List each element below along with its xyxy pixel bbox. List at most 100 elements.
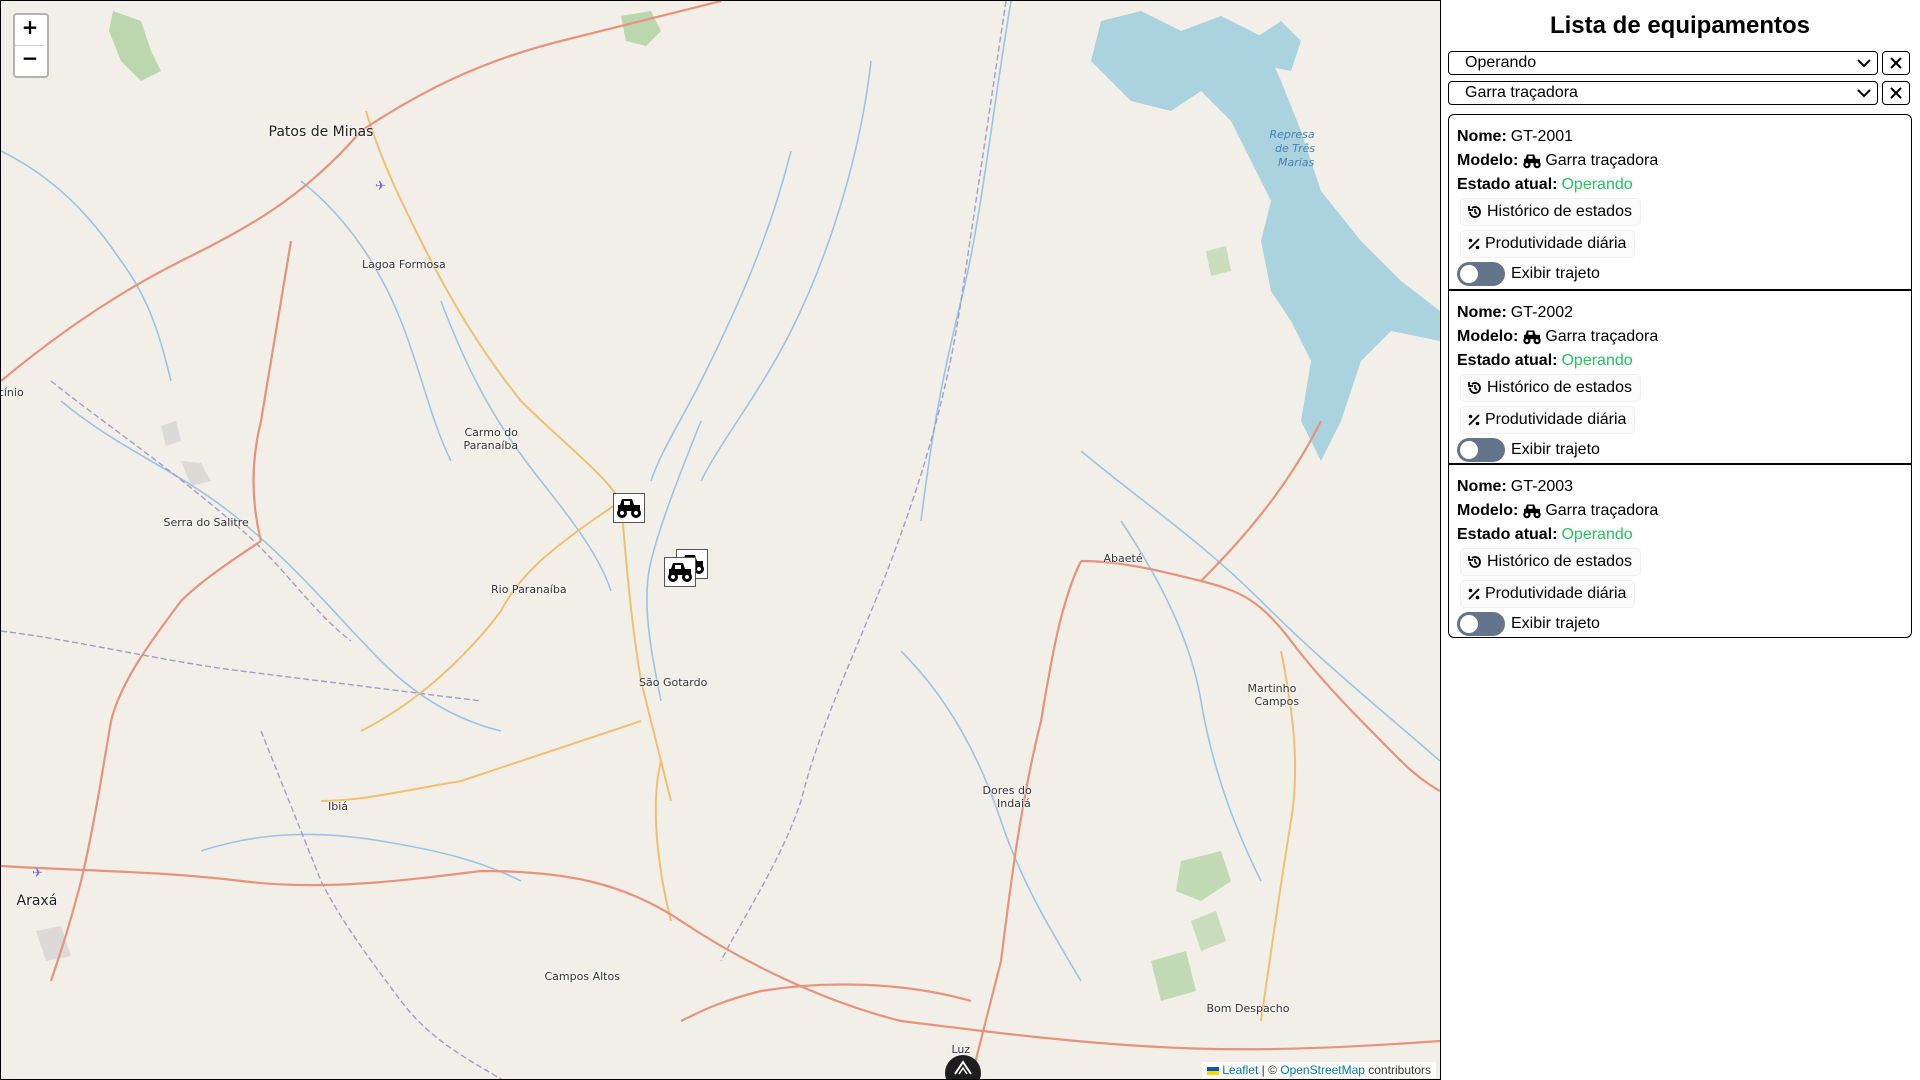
attribution-separator: | ©: [1258, 1063, 1281, 1077]
equipment-state: Operando: [1561, 352, 1633, 369]
place-label-martinho-campos-line2: Campos: [1254, 695, 1300, 708]
equipment-model: Garra traçadora: [1545, 152, 1659, 169]
equipment-model: Garra traçadora: [1545, 328, 1659, 345]
name-label: Nome:: [1457, 478, 1507, 495]
equipment-card: Nome: GT-2002 Modelo: Garra traçadora Est…: [1449, 289, 1911, 463]
ukraine-flag-icon: [1207, 1066, 1220, 1075]
equipment-marker[interactable]: [664, 557, 696, 587]
model-label: Modelo:: [1457, 502, 1519, 519]
place-label-represa-line2: de Três: [1275, 142, 1316, 155]
model-filter-select[interactable]: Garra traçadora: [1448, 81, 1878, 105]
daily-productivity-label: Produtividade diária: [1485, 235, 1627, 252]
state-history-button[interactable]: Histórico de estados: [1461, 375, 1640, 401]
equipment-model-line: Modelo: Garra traçadora: [1457, 499, 1903, 523]
map-view[interactable]: Patos de Minas Lagoa Formosa trocínio Ca…: [0, 0, 1441, 1080]
state-history-button[interactable]: Histórico de estados: [1461, 199, 1640, 225]
tractor-icon: [1523, 154, 1542, 169]
place-label-carmo-do-paranaiba-line2: Paranaíba: [463, 439, 519, 452]
clear-status-filter-button[interactable]: [1882, 51, 1910, 75]
chevron-down-icon: [1857, 88, 1871, 97]
daily-productivity-button[interactable]: Produtividade diária: [1461, 231, 1635, 257]
state-label: Estado atual:: [1457, 176, 1558, 193]
history-icon: [1468, 556, 1481, 568]
place-label-serra-do-salitre: Serra do Salitre: [163, 516, 249, 529]
equipment-name-line: Nome: GT-2003: [1457, 475, 1903, 499]
equipment-state-line: Estado atual: Operando: [1457, 349, 1903, 373]
tractor-icon: [668, 563, 692, 582]
zoom-control: + −: [13, 13, 49, 78]
state-label: Estado atual:: [1457, 526, 1558, 543]
place-label-ibia: Ibiá: [328, 800, 349, 813]
toggle-knob: [1460, 441, 1478, 459]
history-icon: [1468, 206, 1481, 218]
sidebar-title: Lista de equipamentos: [1549, 12, 1811, 39]
model-filter-value: Garra traçadora: [1465, 84, 1578, 101]
percent-icon: [1468, 238, 1480, 250]
logo-icon: [954, 1060, 972, 1075]
name-label: Nome:: [1457, 128, 1507, 145]
airport-icon: ✈: [375, 178, 386, 193]
equipment-state: Operando: [1561, 176, 1633, 193]
tractor-icon: [1523, 330, 1542, 345]
zoom-out-button[interactable]: −: [15, 45, 45, 76]
place-label-martinho-campos-line1: Martinho: [1247, 682, 1297, 695]
show-path-label: Exibir trajeto: [1511, 265, 1600, 282]
daily-productivity-button[interactable]: Produtividade diária: [1461, 407, 1635, 433]
state-history-label: Histórico de estados: [1487, 203, 1632, 220]
tractor-icon: [1523, 504, 1542, 519]
state-history-label: Histórico de estados: [1487, 553, 1632, 570]
status-filter-select[interactable]: Operando: [1448, 51, 1878, 75]
leaflet-link[interactable]: Leaflet: [1222, 1063, 1258, 1077]
place-label-patrocinio: trocínio: [1, 386, 24, 399]
equipment-marker[interactable]: [613, 493, 645, 523]
attribution-suffix: contributors: [1364, 1063, 1431, 1077]
clear-model-filter-button[interactable]: [1882, 81, 1910, 105]
tractor-icon: [617, 499, 641, 518]
percent-icon: [1468, 414, 1480, 426]
equipment-state: Operando: [1561, 526, 1633, 543]
close-icon: [1890, 57, 1902, 69]
equipment-list: Nome: GT-2001 Modelo: Garra traçadora Est…: [1448, 114, 1912, 638]
equipment-name-line: Nome: GT-2002: [1457, 301, 1903, 325]
equipment-state-line: Estado atual: Operando: [1457, 173, 1903, 197]
place-label-lagoa-formosa: Lagoa Formosa: [362, 258, 446, 271]
toggle-knob: [1460, 615, 1478, 633]
model-filter-row: Garra traçadora: [1448, 80, 1912, 106]
history-icon: [1468, 382, 1481, 394]
place-label-abaete: Abaeté: [1103, 552, 1143, 565]
equipment-name: GT-2002: [1510, 304, 1574, 321]
place-label-carmo-do-paranaiba-line1: Carmo do: [464, 426, 518, 439]
place-label-bom-despacho: Bom Despacho: [1206, 1002, 1290, 1015]
place-label-rio-paranaiba: Rio Paranaíba: [491, 583, 567, 596]
map-attribution: Leaflet | © OpenStreetMap contributors: [1202, 1062, 1436, 1078]
show-path-toggle[interactable]: [1457, 262, 1505, 286]
status-filter-value: Operando: [1465, 54, 1537, 71]
openstreetmap-link[interactable]: OpenStreetMap: [1280, 1063, 1365, 1077]
equipment-model: Garra traçadora: [1545, 502, 1659, 519]
equipment-model-line: Modelo: Garra traçadora: [1457, 149, 1903, 173]
equipment-name-line: Nome: GT-2001: [1457, 125, 1903, 149]
airport-icon: ✈: [32, 865, 43, 880]
place-label-patos-de-minas: Patos de Minas: [268, 124, 374, 140]
map-tiles: [1, 1, 1440, 1079]
equipment-card: Nome: GT-2001 Modelo: Garra traçadora Est…: [1449, 115, 1911, 289]
show-path-row: Exibir trajeto: [1457, 611, 1903, 637]
toggle-knob: [1460, 265, 1478, 283]
place-label-represa-line1: Represa: [1269, 128, 1315, 141]
place-label-campos-altos: Campos Altos: [544, 970, 620, 983]
place-label-dores-do-indaia-line2: Indaiá: [997, 797, 1031, 810]
show-path-row: Exibir trajeto: [1457, 437, 1903, 463]
show-path-toggle[interactable]: [1457, 438, 1505, 462]
status-filter-row: Operando: [1448, 50, 1912, 76]
model-label: Modelo:: [1457, 328, 1519, 345]
percent-icon: [1468, 588, 1480, 600]
place-label-dores-do-indaia-line1: Dores do: [982, 784, 1032, 797]
daily-productivity-label: Produtividade diária: [1485, 411, 1627, 428]
daily-productivity-button[interactable]: Produtividade diária: [1461, 581, 1635, 607]
zoom-in-button[interactable]: +: [15, 15, 45, 45]
state-history-label: Histórico de estados: [1487, 379, 1632, 396]
equipment-state-line: Estado atual: Operando: [1457, 523, 1903, 547]
daily-productivity-label: Produtividade diária: [1485, 585, 1627, 602]
state-history-button[interactable]: Histórico de estados: [1461, 549, 1640, 575]
show-path-toggle[interactable]: [1457, 612, 1505, 636]
